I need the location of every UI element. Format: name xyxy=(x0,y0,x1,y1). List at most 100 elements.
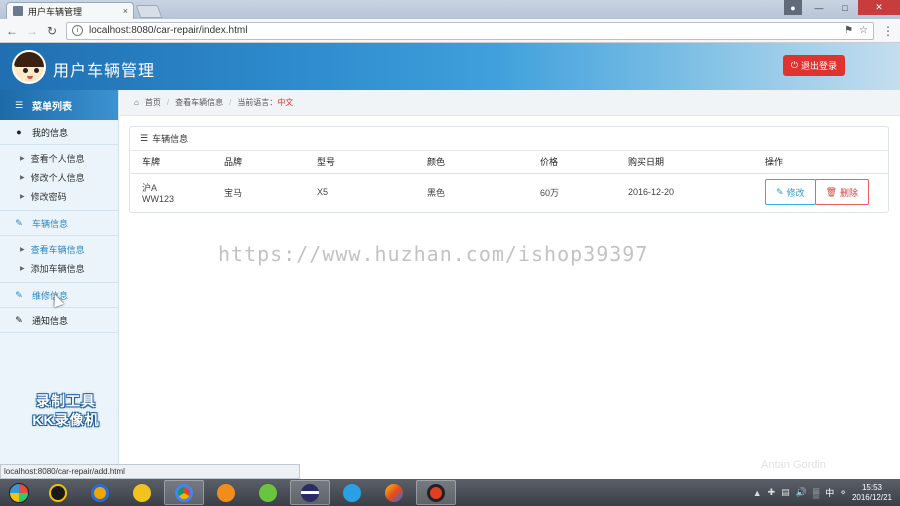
tray-app-icon[interactable]: ✚ xyxy=(768,487,776,498)
back-icon[interactable]: ← xyxy=(6,24,18,38)
panel-header: ☰ 车辆信息 xyxy=(130,127,888,151)
input-method-indicator[interactable]: 中 xyxy=(825,486,834,499)
page-favicon-icon xyxy=(13,6,23,16)
cell-price: 60万 xyxy=(540,187,560,198)
main-content: ⌂ 首页 / 查看车辆信息 / 当前语言：中文 ☰ 车辆信息 车牌 品牌 型号 … xyxy=(120,90,900,464)
user-profile-icon[interactable]: ● xyxy=(784,0,802,15)
edit-icon: ✎ xyxy=(776,186,784,197)
user-icon: ● xyxy=(16,127,22,137)
taskbar-swirl[interactable] xyxy=(374,480,414,505)
tray-network-icon[interactable]: ▤ xyxy=(781,487,790,498)
tab-close-icon[interactable]: × xyxy=(123,6,133,16)
sidebar-item-label: 查看车辆信息 xyxy=(30,245,85,255)
taskbar-edge[interactable] xyxy=(332,480,372,505)
caret-right-icon: ▶ xyxy=(20,247,25,253)
tray-expand-icon[interactable]: ▲ xyxy=(753,488,762,498)
tray-keyboard-icon[interactable]: ⋄ xyxy=(840,487,846,498)
language-value[interactable]: 中文 xyxy=(277,98,293,107)
sidebar-submenu-vehicle-info: ▶ 查看车辆信息 ▶ 添加车辆信息 xyxy=(0,236,118,283)
edit-icon: ✎ xyxy=(15,289,23,300)
browser-titlebar: 用户车辆管理 × ● — □ ✕ xyxy=(0,0,900,19)
column-header: 品牌 xyxy=(212,151,305,174)
browser-tab[interactable]: 用户车辆管理 × xyxy=(6,2,134,19)
trash-icon: 🗑 xyxy=(825,186,837,197)
avatar xyxy=(12,50,46,84)
column-header: 操作 xyxy=(753,151,888,174)
sidebar-title: 菜单列表 xyxy=(32,101,72,113)
sidebar-group-my-info[interactable]: ● 我的信息 xyxy=(0,120,118,145)
eclipse-icon xyxy=(301,483,319,502)
taskbar-eclipse[interactable] xyxy=(290,480,330,505)
watermark-line: KK录像机 xyxy=(32,412,100,428)
url-text[interactable]: localhost:8080/car-repair/index.html xyxy=(89,25,838,36)
breadcrumb: ⌂ 首页 / 查看车辆信息 / 当前语言：中文 xyxy=(120,90,900,116)
edit-button[interactable]: ✎ 修改 xyxy=(765,179,816,206)
taskbar-qq[interactable] xyxy=(38,480,78,505)
caret-right-icon: ▶ xyxy=(20,156,25,162)
caret-right-icon: ▶ xyxy=(20,266,25,272)
ie-browser-icon xyxy=(91,483,109,502)
sidebar-item-change-password[interactable]: ▶ 修改密码 xyxy=(0,187,118,206)
browser-menu-icon[interactable]: ⋮ xyxy=(882,24,894,38)
watermark-line: 录制工具 xyxy=(36,393,96,409)
cell-color: 黑色 xyxy=(427,187,446,198)
tray-volume-icon[interactable]: 🔊 xyxy=(796,487,807,498)
home-icon: ⌂ xyxy=(134,98,139,107)
taskbar-360[interactable] xyxy=(122,480,162,505)
vehicle-table: 车牌 品牌 型号 颜色 价格 购买日期 操作 沪A WW123 宝马 X5 黑色… xyxy=(130,151,888,211)
panel-title: 车辆信息 xyxy=(152,134,189,144)
translate-icon[interactable]: ⚑ xyxy=(844,25,853,36)
sidebar-item-label: 添加车辆信息 xyxy=(30,264,85,274)
taskbar-recorder[interactable] xyxy=(416,480,456,505)
column-header: 购买日期 xyxy=(616,151,753,174)
breadcrumb-separator: / xyxy=(229,98,232,107)
sidebar-item-view-vehicles[interactable]: ▶ 查看车辆信息 xyxy=(0,240,118,259)
list-icon: ☰ xyxy=(140,133,149,143)
info-icon[interactable]: i xyxy=(72,25,83,36)
power-icon: ⏻ xyxy=(790,60,799,70)
clock-time: 15:53 xyxy=(861,482,882,492)
system-tray: Antan Gordin ▲ ✚ ▤ 🔊 ▒ 中 ⋄ 15:53 2016/12… xyxy=(753,459,900,506)
sidebar-item-view-profile[interactable]: ▶ 查看个人信息 xyxy=(0,149,118,168)
cell-plate: 沪A WW123 xyxy=(130,173,212,211)
url-input[interactable]: i localhost:8080/car-repair/index.html ⚑… xyxy=(66,21,874,40)
clock[interactable]: 15:53 2016/12/21 xyxy=(852,483,892,503)
start-button[interactable] xyxy=(0,479,38,506)
breadcrumb-current: 查看车辆信息 xyxy=(175,98,224,107)
column-header: 颜色 xyxy=(415,151,528,174)
wifi-app-icon xyxy=(217,483,235,502)
sidebar-group-vehicle-info[interactable]: ✎ 车辆信息 xyxy=(0,211,118,236)
taskbar-chrome[interactable] xyxy=(164,480,204,505)
sidebar-header: ☰ 菜单列表 xyxy=(0,90,118,120)
tray-signal-icon[interactable]: ▒ xyxy=(813,488,819,498)
swirl-app-icon xyxy=(385,483,403,502)
breadcrumb-home[interactable]: 首页 xyxy=(145,97,161,108)
sidebar-item-add-vehicle[interactable]: ▶ 添加车辆信息 xyxy=(0,259,118,278)
maximize-button[interactable]: □ xyxy=(832,0,858,15)
sidebar-item-edit-profile[interactable]: ▶ 修改个人信息 xyxy=(0,168,118,187)
taskbar-green-app[interactable] xyxy=(248,480,288,505)
logout-button[interactable]: ⏻ 退出登录 xyxy=(783,55,845,76)
delete-button[interactable]: 🗑 删除 xyxy=(814,179,870,206)
language-label: 当前语言：中文 xyxy=(237,98,294,107)
reload-icon[interactable]: ↻ xyxy=(46,24,58,38)
sidebar-group-notice-info[interactable]: ✎ 通知信息 xyxy=(0,308,118,333)
recorder-icon xyxy=(427,483,445,502)
taskbar: Antan Gordin ▲ ✚ ▤ 🔊 ▒ 中 ⋄ 15:53 2016/12… xyxy=(0,459,900,506)
chrome-icon xyxy=(175,483,193,502)
bookmark-star-icon[interactable]: ☆ xyxy=(859,25,868,36)
tab-title: 用户车辆管理 xyxy=(28,6,83,17)
taskbar-ie[interactable] xyxy=(80,480,120,505)
cell-actions: ✎ 修改 🗑 删除 xyxy=(753,173,888,211)
sidebar-group-label: 车辆信息 xyxy=(32,218,69,229)
sidebar-item-label: 修改个人信息 xyxy=(30,173,85,183)
close-window-button[interactable]: ✕ xyxy=(858,0,900,15)
sidebar-item-label: 修改密码 xyxy=(30,192,67,202)
new-tab-button[interactable] xyxy=(135,5,163,18)
tray-watermark: Antan Gordin xyxy=(761,459,826,471)
caret-right-icon: ▶ xyxy=(20,194,25,200)
taskbar-wifi[interactable] xyxy=(206,480,246,505)
minimize-button[interactable]: — xyxy=(806,0,832,15)
window-controls: ● — □ ✕ xyxy=(784,0,900,15)
forward-icon[interactable]: → xyxy=(26,24,38,38)
